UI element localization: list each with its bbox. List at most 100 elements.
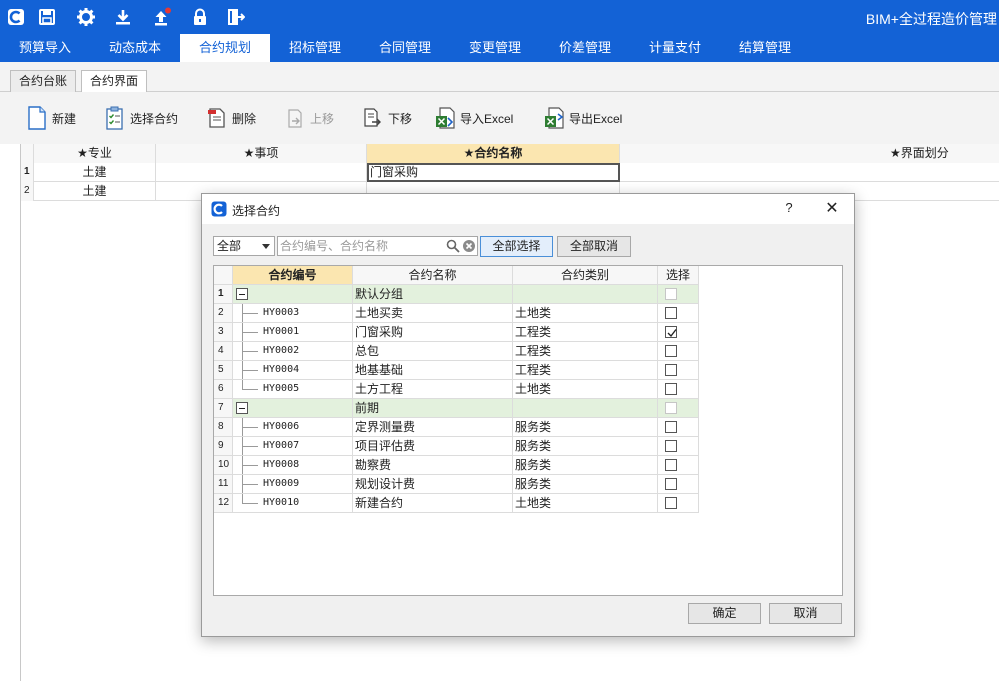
checkbox[interactable] [665,345,677,357]
help-button[interactable]: ? [781,200,797,218]
checkbox[interactable] [665,497,677,509]
lock-icon[interactable] [190,7,210,27]
cell-contract-category[interactable]: 工程类 [513,323,658,342]
subtab-contract-ledger[interactable]: 合约台账 [10,70,77,92]
checkbox[interactable] [665,364,677,376]
tab-contract-planning[interactable]: 合约规划 [180,34,270,62]
download-icon[interactable] [113,7,133,27]
table-row[interactable]: 11 HY0009 规划设计费 服务类 [214,475,844,494]
cell-contract-name[interactable]: 新建合约 [353,494,513,513]
clear-search-icon[interactable] [462,239,476,253]
checkbox[interactable] [665,402,677,414]
cell-contract-category[interactable]: 服务类 [513,437,658,456]
cell-contract-category[interactable]: 土地类 [513,380,658,399]
logout-icon[interactable] [226,7,246,27]
table-row[interactable]: 6 HY0005 土方工程 土地类 [214,380,844,399]
search-icon[interactable] [446,239,460,253]
cell-contract-category[interactable]: 服务类 [513,475,658,494]
collapse-toggle-icon[interactable] [236,288,248,300]
table-row[interactable]: 2 HY0003 土地买卖 土地类 [214,304,844,323]
cell-contract-code[interactable]: HY0002 [233,342,353,361]
table-row[interactable]: 10 HY0008 勘察费 服务类 [214,456,844,475]
checkbox[interactable] [665,421,677,433]
header-interface-division[interactable]: ★界面划分 [620,144,999,163]
move-down-button[interactable]: 下移 [362,104,412,132]
import-excel-button[interactable]: 导入Excel [434,104,513,132]
close-icon[interactable]: ✕ [821,198,843,220]
checkbox[interactable] [665,383,677,395]
cell-contract-name[interactable]: 勘察费 [353,456,513,475]
cell-select[interactable] [658,399,699,418]
table-row[interactable]: 12 HY0010 新建合约 土地类 [214,494,844,513]
ok-button[interactable]: 确定 [688,603,761,624]
new-button[interactable]: 新建 [26,104,76,132]
cell-contract-name[interactable]: 前期 [353,399,513,418]
header-contract-category[interactable]: 合约类别 [513,266,658,285]
cell-contract-name[interactable]: 定界测量费 [353,418,513,437]
group-row[interactable]: 7 前期 [214,399,844,418]
cell-contract-code[interactable]: HY0001 [233,323,353,342]
cell-contract-category[interactable]: 服务类 [513,456,658,475]
cell-select[interactable] [658,342,699,361]
table-row[interactable]: 8 HY0006 定界测量费 服务类 [214,418,844,437]
cell-contract-code[interactable]: HY0007 [233,437,353,456]
tab-price-difference[interactable]: 价差管理 [540,34,630,62]
cell-contract-code[interactable]: HY0005 [233,380,353,399]
cell-contract-category[interactable]: 土地类 [513,304,658,323]
cell-contract-category[interactable]: 工程类 [513,361,658,380]
cell-contract-category[interactable]: 工程类 [513,342,658,361]
cell-contract-code[interactable] [233,399,353,418]
cell-contract-code[interactable]: HY0010 [233,494,353,513]
cell-select[interactable] [658,475,699,494]
cell-select[interactable] [658,323,699,342]
cell-contract-name[interactable]: 默认分组 [353,285,513,304]
cell-contract-name[interactable]: 项目评估费 [353,437,513,456]
tab-change-management[interactable]: 变更管理 [450,34,540,62]
table-row[interactable]: 4 HY0002 总包 工程类 [214,342,844,361]
tab-contract-management[interactable]: 合同管理 [360,34,450,62]
header-contract-code[interactable]: 合约编号 [233,266,353,285]
cell-select[interactable] [658,494,699,513]
group-row[interactable]: 1 默认分组 [214,285,844,304]
checkbox-checked[interactable] [665,326,677,338]
cell-contract-code[interactable] [233,285,353,304]
cell-specialty[interactable]: 土建 [34,163,156,182]
cell-contract-name[interactable]: 门窗采购 [353,323,513,342]
header-contract-name[interactable]: 合约名称 [353,266,513,285]
checkbox[interactable] [665,459,677,471]
header-contract-name[interactable]: ★合约名称 [367,144,620,163]
cell-select[interactable] [658,285,699,304]
cell-contract-name[interactable]: 土地买卖 [353,304,513,323]
export-excel-button[interactable]: 导出Excel [543,104,622,132]
tab-measurement-payment[interactable]: 计量支付 [630,34,720,62]
select-contract-button[interactable]: 选择合约 [104,104,178,132]
cell-interface-division[interactable] [620,163,999,182]
subtab-contract-interface[interactable]: 合约界面 [81,70,148,93]
table-row[interactable]: 3 HY0001 门窗采购 工程类 [214,323,844,342]
cell-contract-code[interactable]: HY0009 [233,475,353,494]
table-row[interactable]: 5 HY0004 地基基础 工程类 [214,361,844,380]
header-item[interactable]: ★事项 [156,144,367,163]
tab-settlement-management[interactable]: 结算管理 [720,34,810,62]
cell-contract-category[interactable]: 土地类 [513,494,658,513]
cell-select[interactable] [658,304,699,323]
category-filter-select[interactable]: 全部 [213,236,275,256]
table-row[interactable]: 9 HY0007 项目评估费 服务类 [214,437,844,456]
cell-contract-code[interactable]: HY0008 [233,456,353,475]
header-specialty[interactable]: ★专业 [34,144,156,163]
cell-select[interactable] [658,418,699,437]
tab-dynamic-cost[interactable]: 动态成本 [90,34,180,62]
cell-contract-name[interactable]: 地基基础 [353,361,513,380]
collapse-toggle-icon[interactable] [236,402,248,414]
cell-contract-code[interactable]: HY0006 [233,418,353,437]
cell-select[interactable] [658,380,699,399]
cell-contract-name[interactable]: 总包 [353,342,513,361]
tab-budget-import[interactable]: 预算导入 [0,34,90,62]
delete-button[interactable]: 删除 [206,104,256,132]
select-all-button[interactable]: 全部选择 [480,236,553,257]
table-row[interactable]: 1 土建 门窗采购 [21,163,999,182]
tab-tender-management[interactable]: 招标管理 [270,34,360,62]
save-icon[interactable] [37,7,57,27]
cell-contract-category[interactable] [513,399,658,418]
settings-gear-icon[interactable] [76,7,96,27]
